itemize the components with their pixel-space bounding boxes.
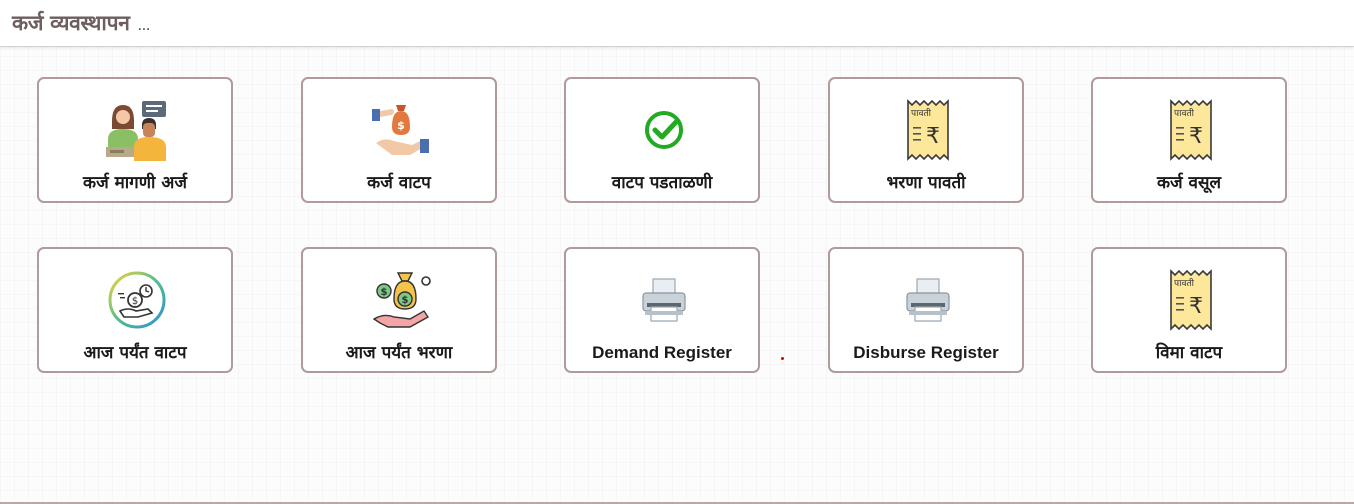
money-time-circle-icon: $: [106, 269, 168, 331]
svg-text:$: $: [402, 295, 409, 306]
title-ellipsis: ...: [137, 18, 151, 34]
menu-card-label: कर्ज वाटप: [367, 173, 431, 193]
menu-card-loan-disbursement[interactable]: $ कर्ज वाटप: [301, 77, 497, 203]
top-bar: कर्ज व्यवस्थापन...: [0, 0, 1354, 47]
menu-card-payment-receipt[interactable]: पावती ₹ भरणा पावती: [828, 77, 1024, 203]
menu-card-label: भरणा पावती: [886, 173, 966, 193]
svg-text:$: $: [397, 119, 405, 132]
menu-card-disbursement-verification[interactable]: वाटप पडताळणी: [564, 77, 760, 203]
menu-card-label: कर्ज मागणी अर्ज: [83, 173, 187, 193]
check-circle-icon: [633, 99, 695, 161]
receipt-icon: पावती ₹: [1160, 269, 1222, 331]
menu-card-label: Disburse Register: [853, 343, 999, 362]
menu-card-disburse-register[interactable]: Disburse Register: [828, 247, 1024, 373]
menu-card-label: विमा वाटप: [1155, 343, 1223, 363]
money-bag-hand-icon: $: [370, 99, 432, 161]
svg-text:₹: ₹: [1189, 294, 1203, 319]
menu-card-label: आज पर्यंत भरणा: [345, 343, 453, 363]
svg-text:₹: ₹: [926, 124, 940, 149]
page-title: कर्ज व्यवस्थापन...: [12, 9, 150, 37]
menu-card-payment-till-date[interactable]: $ $ आज पर्यंत भरणा: [301, 247, 497, 373]
svg-text:पावती: पावती: [1174, 107, 1195, 119]
menu-card-label: वाटप पडताळणी: [611, 173, 713, 193]
svg-text:$: $: [132, 296, 138, 307]
menu-card-insurance-disbursement[interactable]: पावती ₹ विमा वाटप: [1091, 247, 1287, 373]
menu-card-label: Demand Register: [592, 343, 732, 362]
menu-card-disbursement-till-date[interactable]: $ आज पर्यंत वाटप: [37, 247, 233, 373]
printer-icon: [633, 269, 695, 331]
printer-icon: [897, 269, 959, 331]
menu-card-loan-recovery[interactable]: पावती ₹ कर्ज वसूल: [1091, 77, 1287, 203]
loan-application-icon: [106, 99, 168, 161]
menu-card-demand-register[interactable]: Demand Register: [564, 247, 760, 373]
menu-card-label: आज पर्यंत वाटप: [83, 343, 187, 363]
cursor-dot: [781, 357, 784, 360]
svg-text:पावती: पावती: [911, 107, 932, 119]
svg-text:पावती: पावती: [1174, 277, 1195, 289]
receipt-icon: पावती ₹: [897, 99, 959, 161]
menu-card-label: कर्ज वसूल: [1156, 173, 1222, 193]
money-bags-hand-icon: $ $: [370, 269, 432, 331]
svg-text:$: $: [381, 287, 388, 298]
receipt-icon: पावती ₹: [1160, 99, 1222, 161]
page-title-text: कर्ज व्यवस्थापन: [12, 11, 130, 35]
menu-card-loan-application[interactable]: कर्ज मागणी अर्ज: [37, 77, 233, 203]
svg-text:₹: ₹: [1189, 124, 1203, 149]
